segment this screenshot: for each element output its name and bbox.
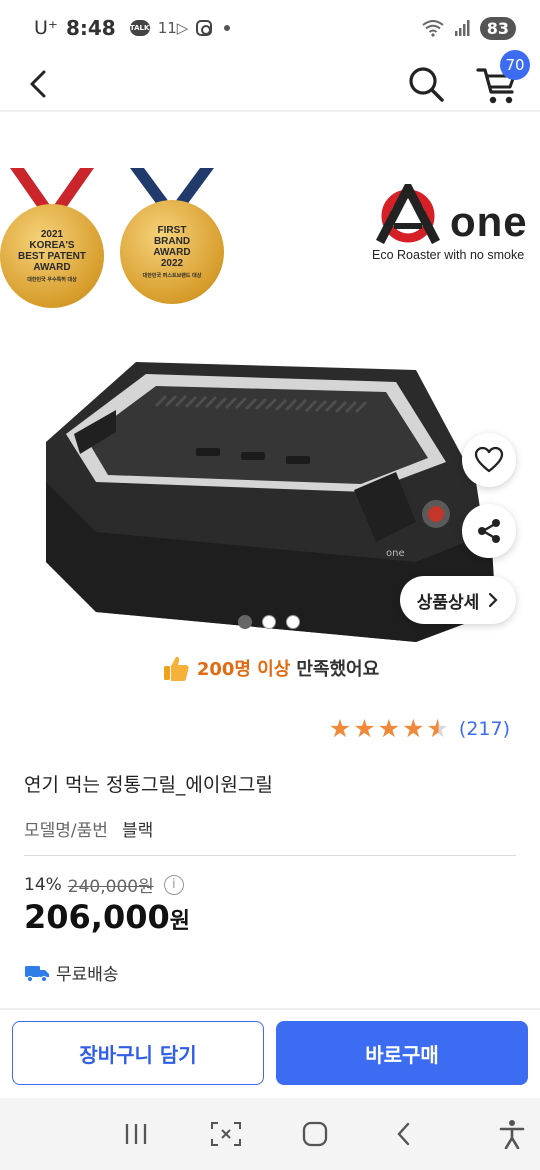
medal1-line1: 2021 — [40, 229, 64, 240]
top-nav: 70 — [0, 50, 540, 112]
star-icon-1: ★ — [328, 714, 352, 743]
medal1-line4: AWARD — [33, 262, 71, 273]
wifi-icon — [422, 20, 444, 37]
instagram-icon — [196, 20, 213, 36]
medal-disc: 2021 KOREA'S BEST PATENT AWARD 대한민국 우수특허… — [0, 204, 104, 308]
screen-capture-button[interactable] — [208, 1116, 244, 1152]
original-price: 240,000원 — [67, 877, 154, 897]
half-star-icon: ★ — [426, 714, 449, 743]
satisfaction-text: 만족했어요 — [296, 659, 380, 680]
rating-summary[interactable]: ★ ★ ★ ★ ★ (217) — [329, 716, 510, 741]
recent-apps-icon — [125, 1124, 147, 1144]
signal-icon — [454, 20, 470, 36]
medal-disc: FIRST BRAND AWARD 2022 대한민국 퍼스트브랜드 대상 — [120, 200, 224, 304]
kakaotalk-icon: TALK — [129, 20, 150, 36]
carousel-dot-2[interactable] — [262, 615, 276, 629]
medal1-sub: 대한민국 우수특허 대상 — [27, 277, 77, 283]
battery-indicator: 83 — [479, 16, 516, 40]
sale-price-number: 206,000 — [24, 898, 170, 936]
product-detail-button[interactable]: 상품상세 — [400, 576, 516, 624]
model-value: 블랙 — [121, 821, 154, 841]
notification-11-icon: 11▷ — [157, 19, 189, 37]
price-row: 14% 240,000원 i — [24, 872, 184, 897]
product-detail-label: 상품상세 — [416, 592, 480, 613]
back-arrow-icon — [30, 70, 46, 98]
star-icon-3: ★ — [377, 714, 401, 743]
add-to-cart-button[interactable]: 장바구니 담기 — [12, 1021, 264, 1085]
search-icon — [409, 67, 444, 102]
search-button[interactable] — [404, 62, 448, 106]
model-row: 모델명/품번 블랙 — [24, 816, 153, 841]
bottom-divider — [0, 1008, 540, 1010]
carousel-dot-3[interactable] — [286, 615, 300, 629]
model-label: 모델명/품번 — [24, 821, 108, 841]
brand-name: one — [450, 198, 528, 245]
product-image-carousel[interactable]: 2021 KOREA'S BEST PATENT AWARD 대한민국 우수특허… — [0, 112, 540, 642]
home-button[interactable] — [297, 1116, 333, 1152]
clock: 8:48 — [65, 16, 116, 40]
medal2-line2: BRAND — [153, 236, 191, 247]
brand-tagline: Eco Roaster with no smoke — [372, 248, 525, 262]
carrier-label: U⁺ — [34, 17, 58, 39]
satisfaction-count: 200명 이상 — [196, 659, 291, 680]
satisfaction-banner: 200명 이상 만족했어요 — [0, 648, 540, 688]
medal2-sub: 대한민국 퍼스트브랜드 대상 — [142, 273, 202, 279]
heart-icon — [474, 446, 504, 473]
shipping-label: 무료배송 — [56, 965, 119, 985]
medal2-line1: FIRST — [157, 225, 187, 236]
share-icon — [478, 519, 500, 543]
accessibility-button[interactable] — [494, 1116, 530, 1152]
sale-price: 206,000원 — [24, 898, 190, 936]
svg-text:one: one — [386, 548, 405, 559]
medal1-line2: KOREA'S — [29, 240, 75, 251]
star-icon-2: ★ — [353, 714, 376, 743]
sale-price-unit: 원 — [169, 909, 190, 934]
cart-count-badge: 70 — [500, 50, 530, 80]
carousel-pagination — [238, 615, 300, 629]
discount-rate: 14% — [24, 874, 62, 895]
recent-apps-button[interactable] — [118, 1116, 154, 1152]
carousel-dot-1[interactable] — [238, 615, 252, 629]
system-back-button[interactable] — [386, 1116, 422, 1152]
shipping-info: 무료배송 — [24, 960, 119, 985]
back-button[interactable] — [22, 64, 62, 104]
product-title: 연기 먹는 정통그릴_에이원그릴 — [24, 774, 273, 796]
truck-icon — [25, 965, 49, 982]
capture-icon — [211, 1122, 241, 1146]
notif-text: 11 — [157, 19, 177, 37]
home-icon — [302, 1121, 328, 1147]
cart-button[interactable]: 70 — [474, 50, 530, 108]
accessibility-icon — [499, 1120, 525, 1149]
medal1-line3: BEST PATENT — [18, 251, 86, 262]
buy-now-button[interactable]: 바로구매 — [276, 1021, 528, 1085]
status-bar: U⁺ 8:48 TALK 11▷ 83 — [0, 0, 540, 56]
info-icon[interactable]: i — [163, 874, 184, 895]
aone-logo-mark — [376, 184, 440, 244]
thumbs-up-icon — [163, 656, 189, 681]
share-button[interactable] — [462, 504, 516, 558]
star-icon-4: ★ — [402, 714, 425, 743]
wishlist-button[interactable] — [462, 433, 516, 487]
medal2-line3: AWARD — [153, 247, 191, 258]
more-notifications-dot — [224, 25, 231, 31]
back-chevron-icon — [397, 1122, 410, 1146]
system-nav-bar — [0, 1098, 540, 1170]
divider — [24, 855, 516, 856]
chevron-right-icon — [489, 592, 498, 608]
medal2-line4: 2022 — [160, 258, 184, 269]
review-count-link[interactable]: (217) — [459, 718, 510, 740]
